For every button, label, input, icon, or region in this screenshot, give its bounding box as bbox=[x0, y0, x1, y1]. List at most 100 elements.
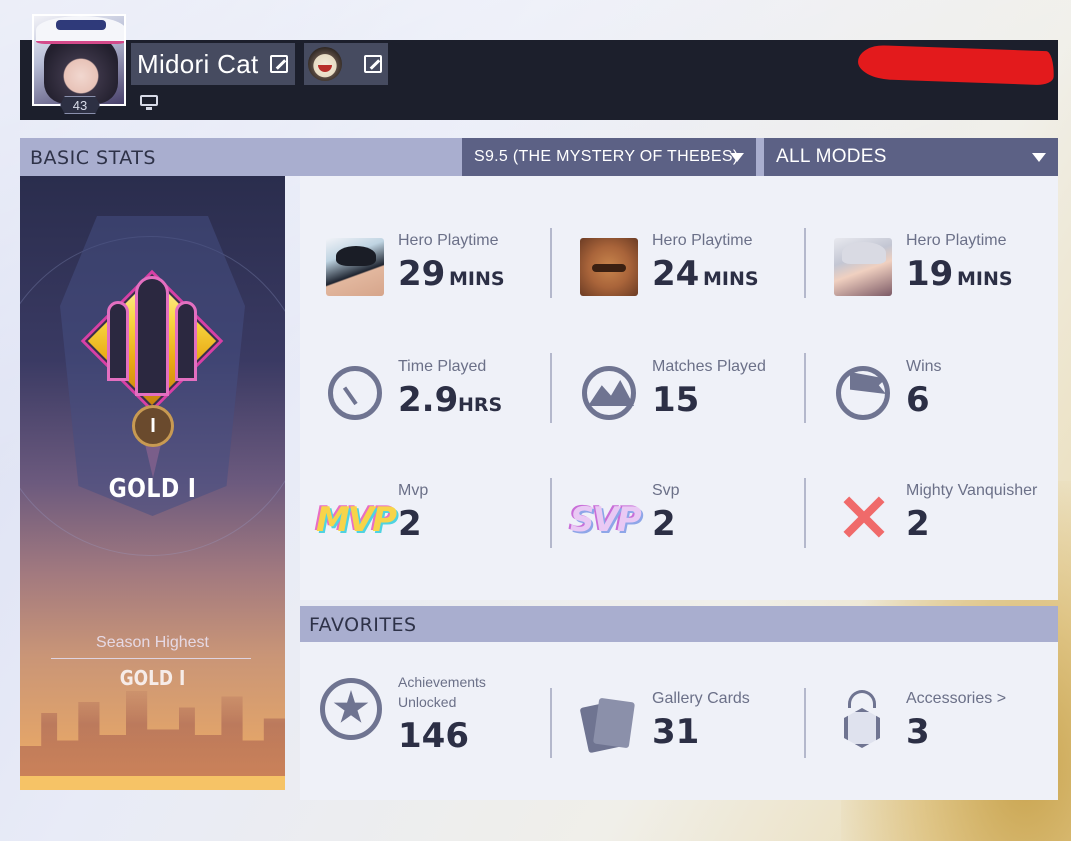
stat-divider bbox=[804, 353, 806, 423]
stat-hero-playtime-3[interactable]: Hero Playtime 19 MINS bbox=[808, 232, 1062, 302]
edit-emblem-icon[interactable] bbox=[364, 55, 382, 73]
rank-card: I GOLD I Season Highest GOLD I bbox=[20, 176, 285, 790]
rank-emblem-left-wing bbox=[107, 301, 129, 381]
rank-emblem-core bbox=[135, 276, 169, 396]
pendant-chain bbox=[848, 690, 876, 708]
favorites-bar: FAVORITES bbox=[300, 606, 1058, 642]
rank-emblem-right-wing bbox=[175, 301, 197, 381]
cards-icon bbox=[578, 696, 638, 756]
stat-unit: MINS bbox=[703, 268, 759, 290]
stat-wins: Wins 6 bbox=[808, 358, 1062, 428]
hero-portrait-3 bbox=[834, 238, 892, 296]
edit-name-icon[interactable] bbox=[270, 55, 288, 73]
stat-hero-playtime-2[interactable]: Hero Playtime 24 MINS bbox=[554, 232, 808, 302]
club-emblem-icon bbox=[308, 47, 342, 81]
hero-portrait-2 bbox=[580, 238, 638, 296]
stopwatch-icon-ring bbox=[328, 366, 382, 420]
stat-label: Hero Playtime bbox=[652, 232, 753, 249]
player-name: Midori Cat bbox=[137, 48, 259, 79]
fav-achievements[interactable]: Achievements Unlocked 146 bbox=[300, 672, 554, 756]
stat-divider bbox=[804, 228, 806, 298]
season-highest-label: Season Highest bbox=[96, 634, 209, 651]
avatar-cap-band bbox=[56, 20, 106, 30]
stat-divider bbox=[804, 478, 806, 548]
stat-value: 19 bbox=[906, 254, 954, 294]
monitor-icon-screen bbox=[140, 95, 158, 106]
stat-label: Mvp bbox=[398, 482, 429, 499]
tier-spike-decoration bbox=[145, 444, 161, 478]
stat-hero-playtime-1[interactable]: Hero Playtime 29 MINS bbox=[300, 232, 554, 302]
fav-accessories[interactable]: Accessories > 3 bbox=[808, 690, 1062, 760]
rank-card-glow bbox=[20, 776, 285, 790]
mode-dropdown-label: ALL MODES bbox=[776, 146, 887, 167]
stopwatch-icon bbox=[324, 362, 384, 422]
stat-value: 29 bbox=[398, 254, 446, 294]
stat-divider bbox=[550, 228, 552, 298]
stat-matches-played: Matches Played 15 bbox=[554, 358, 808, 428]
stat-svp: SVP Svp 2 bbox=[554, 482, 808, 552]
stat-label: Hero Playtime bbox=[398, 232, 499, 249]
stat-label: Hero Playtime bbox=[906, 232, 1007, 249]
rank-city-silhouette bbox=[20, 691, 285, 790]
mvp-logo-icon: MVP bbox=[316, 500, 397, 540]
tier-numeral-badge: I bbox=[132, 405, 174, 447]
season-divider bbox=[51, 658, 251, 659]
stat-value: 2.9 bbox=[398, 380, 459, 420]
stat-mvp: MVP Mvp 2 bbox=[300, 482, 554, 552]
avatar-face bbox=[44, 34, 118, 104]
stat-divider bbox=[550, 478, 552, 548]
star-icon bbox=[320, 678, 382, 740]
stat-divider bbox=[550, 353, 552, 423]
stat-label: Svp bbox=[652, 482, 680, 499]
stat-value: 2 bbox=[906, 504, 930, 544]
fav-gallery-cards[interactable]: Gallery Cards 31 bbox=[554, 690, 808, 760]
stat-value: 31 bbox=[652, 712, 700, 752]
card-front bbox=[592, 697, 636, 749]
level-badge: 43 bbox=[60, 96, 100, 114]
rank-emblem-icon bbox=[67, 256, 237, 426]
favorites-title: FAVORITES bbox=[309, 614, 417, 636]
stat-time-played: Time Played 2.9 HRS bbox=[300, 358, 554, 428]
stat-unit: MINS bbox=[449, 268, 505, 290]
pendant-gem bbox=[844, 708, 880, 748]
favorites-panel: Achievements Unlocked 146 Gallery Cards … bbox=[300, 642, 1058, 800]
stat-value: 3 bbox=[906, 712, 930, 752]
club-emblem-box bbox=[304, 43, 388, 85]
redaction-mark bbox=[857, 44, 1055, 86]
player-name-box: Midori Cat bbox=[131, 43, 295, 85]
hero-portrait-1 bbox=[326, 238, 384, 296]
avatar[interactable] bbox=[32, 14, 126, 106]
stat-value: 2 bbox=[652, 504, 676, 544]
svp-logo-icon: SVP bbox=[570, 500, 642, 540]
monitor-icon-stand bbox=[146, 107, 152, 110]
mountain-icon-ring bbox=[582, 366, 636, 420]
stat-value: 15 bbox=[652, 380, 700, 420]
mode-dropdown[interactable]: ALL MODES bbox=[764, 138, 1058, 176]
flag-icon bbox=[832, 362, 892, 422]
stat-divider bbox=[550, 688, 552, 758]
stat-value: 24 bbox=[652, 254, 700, 294]
basic-stats-title: BASIC STATS bbox=[30, 147, 156, 169]
pendant-icon bbox=[840, 690, 884, 756]
stat-label: Accessories > bbox=[906, 690, 1007, 707]
chevron-down-icon bbox=[1032, 153, 1046, 162]
stat-divider bbox=[804, 688, 806, 758]
stat-mighty-vanquisher: Mighty Vanquisher 2 bbox=[808, 482, 1062, 552]
stat-label: Achievements Unlocked bbox=[398, 674, 486, 710]
stat-label: Matches Played bbox=[652, 358, 766, 375]
stat-value: 2 bbox=[398, 504, 422, 544]
chevron-down-icon bbox=[730, 153, 744, 162]
basic-stats-bar: BASIC STATS S9.5 (THE MYSTERY OF THEBES)… bbox=[20, 138, 1058, 176]
stat-value: 146 bbox=[398, 716, 469, 756]
stat-label: Wins bbox=[906, 358, 942, 375]
season-dropdown[interactable]: S9.5 (THE MYSTERY OF THEBES) bbox=[462, 138, 756, 176]
stat-label: Gallery Cards bbox=[652, 690, 750, 707]
monitor-icon bbox=[140, 95, 158, 110]
stat-label: Mighty Vanquisher bbox=[906, 482, 1038, 499]
stats-panel: Hero Playtime 29 MINS Hero Playtime 24 M… bbox=[300, 176, 1058, 600]
mountain-icon bbox=[578, 362, 638, 422]
crossed-swords-icon bbox=[838, 492, 888, 542]
season-highest-rank: GOLD I bbox=[119, 666, 186, 690]
stat-value: 6 bbox=[906, 380, 930, 420]
season-dropdown-label: S9.5 (THE MYSTERY OF THEBES) bbox=[474, 148, 739, 165]
